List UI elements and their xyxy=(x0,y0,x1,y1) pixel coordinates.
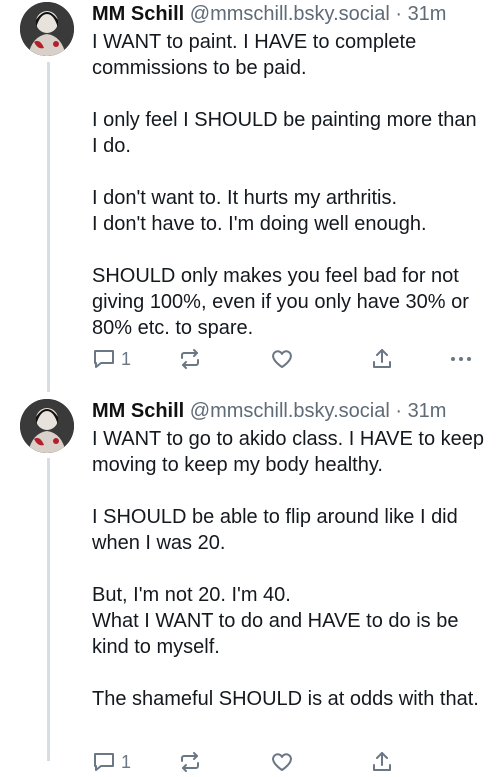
reply-button[interactable]: 1 xyxy=(92,747,131,777)
post-paragraph: I SHOULD be able to flip around like I d… xyxy=(92,506,458,554)
repost-button[interactable] xyxy=(178,344,202,374)
separator-dot: · xyxy=(395,3,402,25)
post-time[interactable]: 31m xyxy=(408,400,447,422)
share-button[interactable] xyxy=(370,747,394,777)
reply-count: 1 xyxy=(121,348,132,369)
share-button[interactable] xyxy=(370,344,394,374)
like-button[interactable] xyxy=(270,344,294,374)
post-time[interactable]: 31m xyxy=(408,3,447,25)
avatar[interactable] xyxy=(20,2,74,56)
share-upload-icon xyxy=(370,347,394,371)
post-paragraph: SHOULD only makes you feel bad for not g… xyxy=(92,265,469,339)
post[interactable]: MM Schill @mmschill.bsky.social · 31m I … xyxy=(0,397,500,772)
reply-button[interactable]: 1 xyxy=(92,344,131,374)
post-actions: 1 xyxy=(92,747,482,777)
repost-button[interactable] xyxy=(178,747,202,777)
post[interactable]: MM Schill @mmschill.bsky.social · 31m I … xyxy=(0,0,500,392)
post-body: I WANT to go to akido class. I HAVE to k… xyxy=(92,426,487,712)
reply-count: 1 xyxy=(121,751,132,772)
heart-icon xyxy=(270,347,294,371)
more-options-button[interactable] xyxy=(448,344,474,374)
post-paragraph: I WANT to go to akido class. I HAVE to k… xyxy=(92,428,485,476)
post-paragraph: I don't want to. It hurts my arthritis. … xyxy=(92,187,427,235)
heart-icon xyxy=(270,750,294,774)
post-header: MM Schill @mmschill.bsky.social · 31m xyxy=(92,399,446,423)
like-button[interactable] xyxy=(270,747,294,777)
repost-arrows-icon xyxy=(178,347,202,371)
author-name[interactable]: MM Schill xyxy=(92,3,184,25)
speech-bubble-icon xyxy=(92,750,116,774)
author-handle[interactable]: @mmschill.bsky.social xyxy=(190,400,390,422)
post-paragraph: I only feel I SHOULD be painting more th… xyxy=(92,109,477,157)
post-paragraph: I WANT to paint. I HAVE to complete comm… xyxy=(92,31,417,79)
post-body: I WANT to paint. I HAVE to complete comm… xyxy=(92,29,487,341)
more-dots-icon xyxy=(448,347,474,371)
share-upload-icon xyxy=(370,750,394,774)
author-handle[interactable]: @mmschill.bsky.social xyxy=(190,3,390,25)
post-paragraph: The shameful SHOULD is at odds with that… xyxy=(92,688,479,710)
separator-dot: · xyxy=(395,400,402,422)
speech-bubble-icon xyxy=(92,347,116,371)
avatar[interactable] xyxy=(20,399,74,453)
author-name[interactable]: MM Schill xyxy=(92,400,184,422)
post-paragraph: But, I'm not 20. I'm 40. What I WANT to … xyxy=(92,584,459,658)
repost-arrows-icon xyxy=(178,750,202,774)
post-actions: 1 xyxy=(92,344,482,374)
post-header: MM Schill @mmschill.bsky.social · 31m xyxy=(92,2,446,26)
